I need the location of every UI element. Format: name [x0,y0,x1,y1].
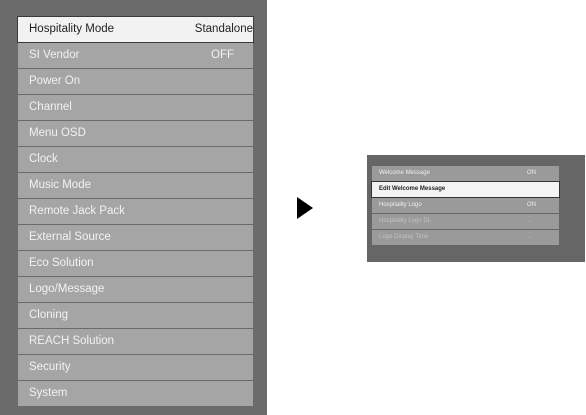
menu-item-menu-osd[interactable]: Menu OSD [18,121,253,146]
menu-item-value: OFF [211,49,234,61]
menu-item-system[interactable]: System [18,381,253,406]
menu-item-value: Standalone [194,23,253,35]
menu-item-label: Power On [29,75,81,87]
menu-item-channel[interactable]: Channel [18,95,253,120]
menu-item-label: Cloning [29,309,68,321]
submenu-item-value: ON [527,202,536,208]
submenu-item-value: ... [527,218,533,224]
submenu-item-label: Hospitality Logo [379,202,422,208]
menu-item-external-source[interactable]: External Source [18,225,253,250]
submenu-item-hospitality-logo[interactable]: Hospitality Logo ON [372,198,559,213]
menu-item-security[interactable]: Security [18,355,253,380]
menu-item-label: Menu OSD [29,127,86,139]
logo-message-submenu-panel: Welcome Message ON Edit Welcome Message … [367,155,585,262]
submenu-item-label: Welcome Message [379,170,430,176]
right-triangle-icon [297,197,313,219]
menu-item-label: Music Mode [29,179,91,191]
menu-item-label: Remote Jack Pack [29,205,125,217]
main-settings-menu: Hospitality Mode Standalone SI Vendor OF… [17,16,254,407]
menu-item-label: Security [29,361,71,373]
submenu-item-hospitality-logo-dl: Hospitality Logo DL ... [372,214,559,229]
menu-item-si-vendor[interactable]: SI Vendor OFF [18,43,253,68]
menu-item-label: REACH Solution [29,335,115,347]
submenu-item-logo-display-time: Logo Display Time ... [372,230,559,245]
menu-item-label: Clock [29,153,58,165]
menu-item-power-on[interactable]: Power On [18,69,253,94]
menu-item-music-mode[interactable]: Music Mode [18,173,253,198]
menu-item-reach-solution[interactable]: REACH Solution [18,329,253,354]
menu-item-remote-jack-pack[interactable]: Remote Jack Pack [18,199,253,224]
menu-item-eco-solution[interactable]: Eco Solution [18,251,253,276]
main-settings-panel: Hospitality Mode Standalone SI Vendor OF… [0,0,267,415]
menu-item-label: Hospitality Mode [29,23,115,35]
submenu-item-welcome-message[interactable]: Welcome Message ON [372,166,559,181]
menu-item-label: SI Vendor [29,49,80,61]
submenu-item-value: ON [527,170,536,176]
menu-item-label: Channel [29,101,72,113]
logo-message-submenu: Welcome Message ON Edit Welcome Message … [371,166,560,246]
submenu-item-value: ... [527,234,533,240]
submenu-item-label: Logo Display Time [379,234,429,240]
menu-item-label: External Source [29,231,111,243]
submenu-item-label: Edit Welcome Message [379,186,446,192]
submenu-item-edit-welcome-message[interactable]: Edit Welcome Message [371,181,560,198]
menu-item-label: Eco Solution [29,257,94,269]
menu-item-logo-message[interactable]: Logo/Message [18,277,253,302]
menu-item-clock[interactable]: Clock [18,147,253,172]
menu-item-label: Logo/Message [29,283,105,295]
menu-item-hospitality-mode[interactable]: Hospitality Mode Standalone [17,16,254,43]
submenu-item-label: Hospitality Logo DL [379,218,432,224]
menu-item-cloning[interactable]: Cloning [18,303,253,328]
menu-item-label: System [29,387,68,399]
